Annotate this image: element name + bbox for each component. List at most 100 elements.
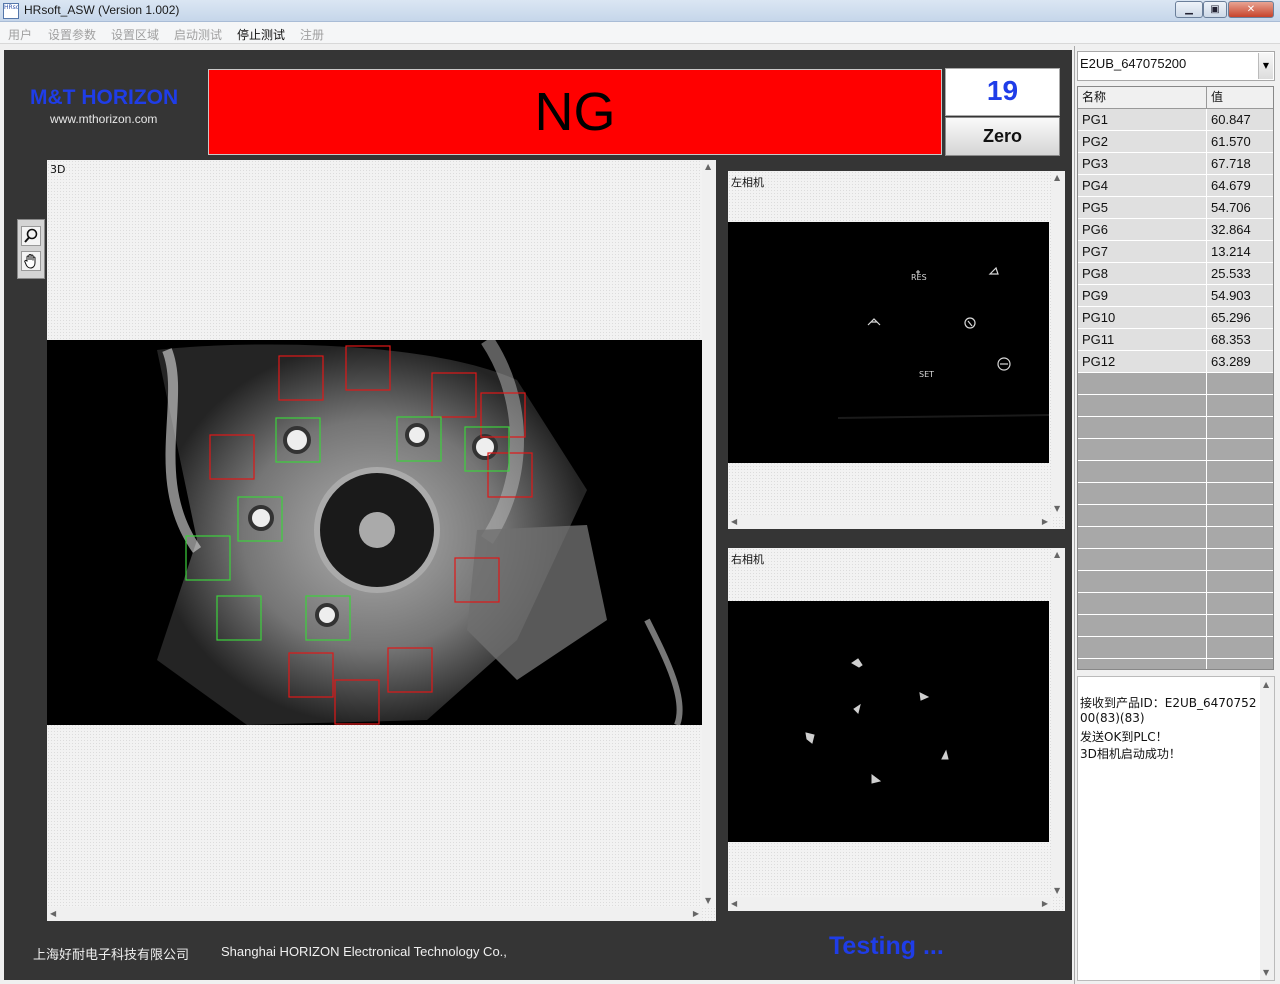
log-vscroll[interactable]: ▲ ▼ [1260, 677, 1274, 980]
cell-name: PG6 [1078, 219, 1207, 241]
table-row[interactable]: PG3 67.718 [1078, 153, 1273, 175]
empty-cell [1207, 659, 1273, 669]
product-id-value: E2UB_647075200 [1080, 56, 1187, 71]
empty-cell [1207, 505, 1273, 527]
cell-value: 13.214 [1207, 241, 1273, 263]
result-count: 19 [945, 68, 1060, 116]
cell-name: PG9 [1078, 285, 1207, 307]
table-row[interactable]: PG10 65.296 [1078, 307, 1273, 329]
menu-settings-region[interactable]: 设置区域 [111, 26, 159, 43]
empty-cell [1207, 527, 1273, 549]
empty-cell [1078, 615, 1207, 637]
log-line: 发送OK到PLC！ [1080, 730, 1168, 744]
empty-table-row [1078, 615, 1273, 637]
menu-register[interactable]: 注册 [300, 26, 324, 43]
empty-table-row [1078, 571, 1273, 593]
log-panel[interactable]: 接收到产品ID：E2UB_6470752 00(83)(83) 发送OK到PLC… [1077, 676, 1275, 981]
menu-start-test[interactable]: 启动测试 [174, 26, 222, 43]
empty-cell [1078, 505, 1207, 527]
cell-value: 54.903 [1207, 285, 1273, 307]
left-camera-label: 左相机 [731, 176, 764, 189]
cell-name: PG5 [1078, 197, 1207, 219]
cell-name: PG7 [1078, 241, 1207, 263]
table-row[interactable]: PG2 61.570 [1078, 131, 1273, 153]
right-camera-image[interactable] [728, 601, 1049, 842]
hand-icon[interactable] [21, 251, 41, 271]
cell-value: 25.533 [1207, 263, 1273, 285]
empty-table-row [1078, 373, 1273, 395]
cell-value: 64.679 [1207, 175, 1273, 197]
empty-table-row [1078, 659, 1273, 669]
table-row[interactable]: PG5 54.706 [1078, 197, 1273, 219]
empty-cell [1207, 571, 1273, 593]
empty-table-row [1078, 593, 1273, 615]
app-icon: HRsoft [3, 3, 19, 19]
chevron-down-icon[interactable]: ▼ [1258, 53, 1273, 79]
empty-cell [1078, 637, 1207, 659]
cell-name: PG8 [1078, 263, 1207, 285]
zero-button[interactable]: Zero [945, 117, 1060, 156]
left-camera-mark-res: RES [911, 273, 927, 282]
cell-name: PG4 [1078, 175, 1207, 197]
scan-image-3d[interactable] [47, 340, 702, 725]
company-name-en: Shanghai HORIZON Electronical Technology… [221, 944, 507, 959]
empty-cell [1078, 439, 1207, 461]
cell-name: PG11 [1078, 329, 1207, 351]
empty-cell [1078, 461, 1207, 483]
testing-status: Testing ... [829, 932, 944, 960]
close-button[interactable]: ✕ [1228, 1, 1274, 18]
maximize-button[interactable]: ▣ [1203, 1, 1227, 18]
empty-cell [1078, 549, 1207, 571]
left-camera-image[interactable]: RES SET [728, 222, 1049, 463]
empty-cell [1078, 527, 1207, 549]
view-toolbar [17, 219, 45, 279]
column-header-value[interactable]: 值 [1207, 87, 1273, 109]
menu-user[interactable]: 用户 [8, 26, 32, 43]
right-camera-hscroll[interactable]: ◀ ▶ [728, 897, 1051, 911]
empty-cell [1207, 439, 1273, 461]
empty-cell [1207, 395, 1273, 417]
table-row[interactable]: PG12 63.289 [1078, 351, 1273, 373]
table-row[interactable]: PG7 13.214 [1078, 241, 1273, 263]
column-header-name[interactable]: 名称 [1078, 87, 1207, 109]
right-camera-vscroll[interactable]: ▲ ▼ [1051, 548, 1065, 897]
table-row[interactable]: PG4 64.679 [1078, 175, 1273, 197]
cell-value: 63.289 [1207, 351, 1273, 373]
brand-url: www.mthorizon.com [50, 112, 158, 126]
empty-cell [1207, 417, 1273, 439]
cell-name: PG12 [1078, 351, 1207, 373]
menu-stop-test[interactable]: 停止测试 [237, 26, 285, 43]
table-row[interactable]: PG11 68.353 [1078, 329, 1273, 351]
cell-name: PG3 [1078, 153, 1207, 175]
viewport-3d-vscroll[interactable]: ▲ ▼ [702, 160, 716, 907]
right-camera-label: 右相机 [731, 553, 764, 566]
menu-settings-params[interactable]: 设置参数 [48, 26, 96, 43]
empty-table-row [1078, 549, 1273, 571]
left-camera-vscroll[interactable]: ▲ ▼ [1051, 171, 1065, 515]
table-row[interactable]: PG6 32.864 [1078, 219, 1273, 241]
empty-cell [1078, 593, 1207, 615]
empty-cell [1078, 373, 1207, 395]
left-camera-hscroll[interactable]: ◀ ▶ [728, 515, 1051, 529]
cell-value: 54.706 [1207, 197, 1273, 219]
cell-value: 65.296 [1207, 307, 1273, 329]
cell-name: PG10 [1078, 307, 1207, 329]
empty-cell [1207, 615, 1273, 637]
result-status: NG [208, 69, 942, 155]
measurement-table[interactable]: 名称 值 PG1 60.847 PG2 61.570 PG3 67.718 PG4 64.67… [1077, 86, 1274, 670]
cell-value: 61.570 [1207, 131, 1273, 153]
table-row[interactable]: PG1 60.847 [1078, 109, 1273, 131]
left-camera-mark-set: SET [919, 370, 934, 379]
table-row[interactable]: PG9 54.903 [1078, 285, 1273, 307]
viewport-3d-hscroll[interactable]: ◀ ▶ [47, 907, 702, 921]
title-bar[interactable]: HRsoft HRsoft_ASW (Version 1.002) ▁ ▣ ✕ [0, 0, 1280, 22]
minimize-button[interactable]: ▁ [1175, 1, 1203, 18]
product-id-select[interactable]: E2UB_647075200 ▼ [1077, 51, 1275, 81]
empty-cell [1207, 461, 1273, 483]
table-row[interactable]: PG8 25.533 [1078, 263, 1273, 285]
empty-cell [1078, 395, 1207, 417]
company-name-cn: 上海好耐电子科技有限公司 [33, 948, 190, 963]
magnifier-icon[interactable] [21, 226, 41, 246]
cell-value: 67.718 [1207, 153, 1273, 175]
empty-cell [1078, 659, 1207, 669]
